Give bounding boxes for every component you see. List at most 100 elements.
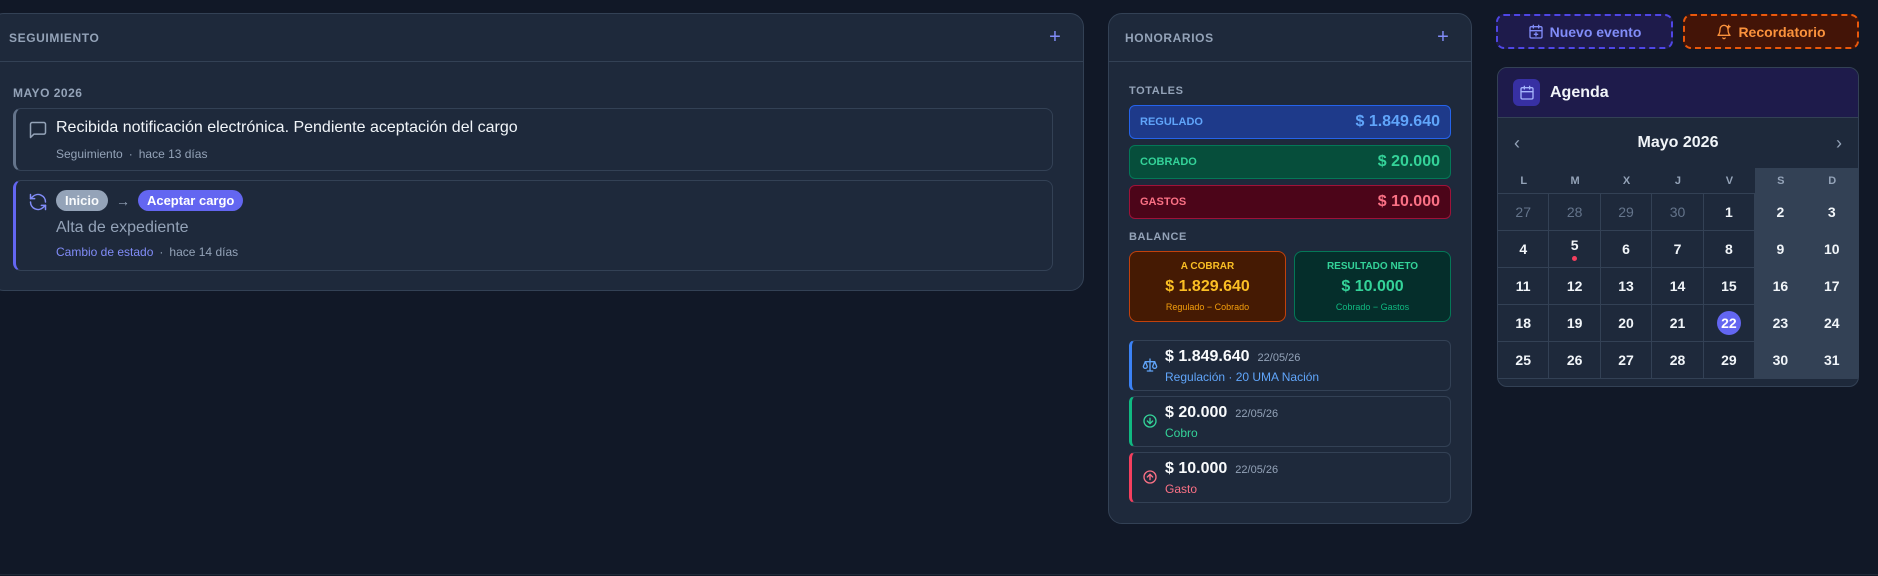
add-seguimiento-button[interactable]: + [1043, 26, 1067, 50]
balance-title: RESULTADO NETO [1326, 261, 1419, 272]
calendar-weekdays: LMXJVSD [1498, 168, 1858, 194]
day-number: 16 [1772, 278, 1789, 294]
calendar-day[interactable]: 28 [1652, 342, 1704, 379]
amount-value: $ 20.000 [1165, 404, 1228, 421]
calendar-day[interactable]: 31 [1806, 342, 1858, 379]
seguimiento-title: SEGUIMIENTO [9, 30, 100, 45]
movimiento-date: 22/05/26 [1257, 352, 1301, 364]
weekday-label: M [1549, 168, 1601, 194]
calendar-day[interactable]: 10 [1806, 231, 1858, 268]
day-number: 27 [1618, 352, 1634, 368]
honorarios-header: HONORARIOS + [1109, 14, 1471, 62]
calendar-day[interactable]: 27 [1498, 194, 1550, 231]
calendar-day-today[interactable]: 22 [1703, 305, 1756, 342]
calendar-day[interactable]: 15 [1703, 268, 1756, 305]
calendar-icon [1513, 79, 1540, 106]
day-number: 27 [1515, 204, 1531, 220]
calendar-day[interactable]: 29 [1600, 194, 1653, 231]
weekday-label: D [1806, 168, 1858, 194]
movimiento-item[interactable]: $ 10.000 22/05/26 Gasto [1129, 452, 1451, 503]
balance-formula: Cobrado − Gastos [1335, 302, 1410, 312]
movimiento-date: 22/05/26 [1235, 464, 1279, 476]
nuevo-evento-button[interactable]: Nuevo evento [1496, 14, 1673, 49]
calendar-day[interactable]: 23 [1755, 305, 1807, 342]
day-number: 17 [1823, 278, 1840, 294]
day-number: 3 [1827, 204, 1836, 220]
calendar-day[interactable]: 12 [1549, 268, 1601, 305]
timeline-entry[interactable]: Recibida notificación electrónica. Pendi… [13, 108, 1053, 171]
day-number: 14 [1669, 278, 1686, 294]
day-number: 26 [1566, 352, 1583, 368]
refresh-icon [29, 193, 47, 211]
calendar-day[interactable]: 13 [1600, 268, 1653, 305]
calendar-day[interactable]: 28 [1549, 194, 1601, 231]
balance-a-cobrar: A COBRAR $ 1.829.640 Regulado − Cobrado [1129, 251, 1286, 322]
calendar-day[interactable]: 4 [1498, 231, 1550, 268]
calendar-day[interactable]: 24 [1806, 305, 1858, 342]
calendar-day[interactable]: 9 [1755, 231, 1807, 268]
calendar-day[interactable]: 30 [1755, 342, 1807, 379]
day-number: 7 [1673, 241, 1682, 257]
day-number: 20 [1618, 315, 1634, 331]
day-number: 31 [1823, 352, 1840, 368]
add-honorario-button[interactable]: + [1431, 26, 1455, 50]
total-gastos: GASTOS $ 10.000 [1129, 185, 1451, 219]
total-value: $ 20.000 [1377, 153, 1440, 170]
total-value: $ 10.000 [1377, 193, 1440, 210]
calendar-day[interactable]: 16 [1755, 268, 1807, 305]
bell-plus-icon [1717, 24, 1732, 39]
calendar-day[interactable]: 2 [1755, 194, 1807, 231]
day-number: 30 [1669, 204, 1686, 220]
balance-value: $ 10.000 [1341, 278, 1404, 295]
movimiento-item[interactable]: $ 20.000 22/05/26 Cobro [1129, 396, 1451, 447]
weekday-label: S [1755, 168, 1807, 194]
day-number: 1 [1725, 204, 1733, 220]
calendar-day[interactable]: 8 [1703, 231, 1756, 268]
calendar-day[interactable]: 7 [1652, 231, 1704, 268]
state-change: Inicio → Aceptar cargo [56, 190, 244, 211]
chevron-right-icon[interactable]: › [1836, 133, 1842, 154]
calendar-day[interactable]: 19 [1549, 305, 1601, 342]
amount-value: $ 10.000 [1165, 460, 1228, 477]
calendar-day[interactable]: 14 [1652, 268, 1704, 305]
calendar-day[interactable]: 25 [1498, 342, 1550, 379]
calendar-day[interactable]: 30 [1652, 194, 1704, 231]
calendar-day[interactable]: 18 [1498, 305, 1550, 342]
calendar-day[interactable]: 29 [1703, 342, 1756, 379]
calendar-day[interactable]: 17 [1806, 268, 1858, 305]
entry-type: Seguimiento [56, 147, 123, 161]
calendar-day[interactable]: 27 [1600, 342, 1653, 379]
balance-formula: Regulado − Cobrado [1165, 302, 1250, 312]
to-state-badge: Aceptar cargo [137, 190, 244, 211]
honorarios-title: HONORARIOS [1125, 30, 1214, 45]
movimiento-item[interactable]: $ 1.849.640 22/05/26 Regulación · 20 UMA … [1129, 340, 1451, 391]
balance-resultado-neto: RESULTADO NETO $ 10.000 Cobrado − Gastos [1294, 251, 1451, 322]
honorarios-panel: HONORARIOS + TOTALES REGULADO $ 1.849.64… [1108, 13, 1472, 524]
balance-title: A COBRAR [1180, 261, 1235, 272]
agenda-title: Agenda [1550, 83, 1609, 101]
chevron-left-icon[interactable]: ‹ [1514, 133, 1520, 154]
calendar-day[interactable]: 26 [1549, 342, 1601, 379]
month-navigator: ‹ Mayo 2026 › [1498, 118, 1858, 168]
recordatorio-label: Recordatorio [1738, 23, 1826, 40]
arrow-down-circle-icon [1143, 414, 1157, 428]
day-number: 25 [1515, 352, 1531, 368]
month-label: MAYO 2026 [13, 86, 83, 100]
entry-meta: Cambio de estado · hace 14 días [56, 245, 239, 259]
page-divider [0, 574, 1878, 575]
timeline-entry[interactable]: Inicio → Aceptar cargo Alta de expedient… [13, 180, 1053, 271]
movimiento-detail: Regulación · 20 UMA Nación [1165, 370, 1320, 384]
calendar-day[interactable]: 3 [1806, 194, 1858, 231]
seguimiento-panel: SEGUIMIENTO + MAYO 2026 Recibida notific… [0, 13, 1084, 291]
agenda-panel: Agenda ‹ Mayo 2026 › LMXJVSD 27 28 29 30 1 2 3… [1497, 67, 1859, 387]
entry-time: hace 14 días [169, 245, 239, 259]
calendar-day[interactable]: 11 [1498, 268, 1550, 305]
event-dot [1572, 256, 1578, 261]
calendar-day[interactable]: 20 [1600, 305, 1653, 342]
day-number: 15 [1721, 278, 1737, 294]
calendar-day[interactable]: 5 [1549, 231, 1601, 268]
recordatorio-button[interactable]: Recordatorio [1683, 14, 1859, 49]
calendar-day[interactable]: 21 [1652, 305, 1704, 342]
calendar-day[interactable]: 6 [1600, 231, 1653, 268]
calendar-day[interactable]: 1 [1703, 194, 1756, 231]
